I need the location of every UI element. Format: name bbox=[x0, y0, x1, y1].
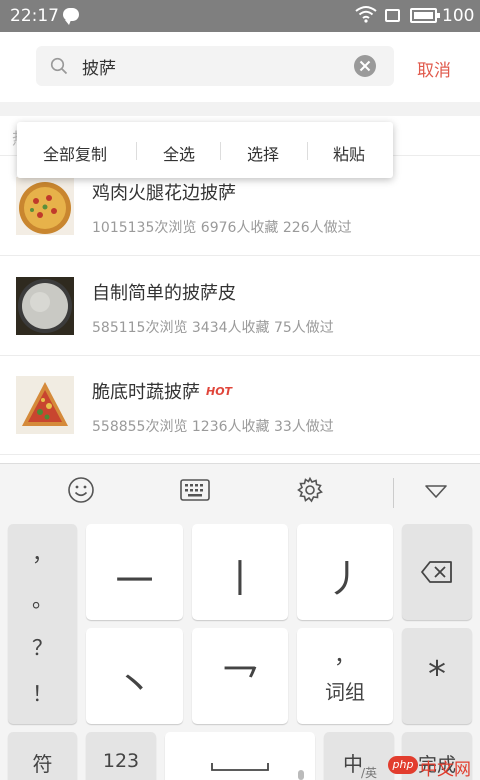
hot-badge: HOT bbox=[206, 385, 233, 398]
result-stats: 558855次浏览 1236人收藏 33人做过 bbox=[92, 419, 334, 435]
cancel-button[interactable]: 取消 bbox=[417, 56, 451, 81]
space-key[interactable] bbox=[165, 732, 315, 780]
settings-icon[interactable] bbox=[296, 476, 324, 508]
wifi-icon bbox=[355, 5, 377, 27]
microphone-icon bbox=[298, 770, 304, 780]
result-item[interactable]: 脆底时蔬披萨 HOT 558855次浏览 1236人收藏 33人做过 bbox=[0, 356, 480, 455]
result-stats: 1015135次浏览 6976人收藏 226人做过 bbox=[92, 220, 352, 236]
battery-level: 100 bbox=[442, 6, 475, 26]
select-all-option[interactable]: 全选 bbox=[163, 141, 195, 165]
star-key[interactable]: * bbox=[402, 628, 472, 724]
backspace-icon bbox=[421, 560, 453, 588]
toolbar-divider bbox=[393, 478, 394, 508]
stroke-left-falling-key[interactable]: 丿 bbox=[297, 524, 393, 620]
copy-all-option[interactable]: 全部复制 bbox=[43, 141, 107, 165]
select-option[interactable]: 选择 bbox=[247, 141, 279, 165]
search-input[interactable]: 披萨 bbox=[82, 54, 116, 79]
screen-icon bbox=[385, 9, 400, 22]
recipe-thumbnail bbox=[16, 177, 74, 235]
site-watermark: php 中文网 bbox=[386, 752, 480, 780]
watermark-logo: php bbox=[388, 756, 418, 774]
language-switch-key[interactable]: 中 /英 bbox=[324, 732, 394, 780]
menu-divider bbox=[136, 142, 137, 160]
space-icon bbox=[210, 758, 270, 777]
status-time: 22:17 bbox=[10, 6, 59, 26]
comma-key[interactable]: ， bbox=[8, 538, 77, 568]
search-bar: 披萨 取消 bbox=[0, 32, 480, 102]
result-title: 鸡肉火腿花边披萨 bbox=[92, 183, 236, 204]
result-item[interactable]: 自制简单的披萨皮 585115次浏览 3434人收藏 75人做过 bbox=[0, 257, 480, 356]
search-input-box[interactable]: 披萨 bbox=[36, 46, 394, 86]
backspace-key[interactable] bbox=[402, 524, 472, 620]
word-group-key[interactable]: ， 词组 bbox=[297, 628, 393, 724]
result-title: 脆底时蔬披萨 HOT bbox=[92, 382, 233, 403]
search-icon bbox=[50, 57, 68, 79]
recipe-thumbnail bbox=[16, 376, 74, 434]
stroke-dot-key[interactable]: 丶 bbox=[86, 628, 183, 724]
emoji-icon[interactable] bbox=[67, 476, 95, 508]
text-context-menu: 全部复制 全选 选择 粘贴 bbox=[17, 122, 393, 178]
status-bar: 22:17 100 bbox=[0, 0, 480, 32]
menu-divider bbox=[220, 142, 221, 160]
exclaim-key[interactable]: ！ bbox=[8, 678, 77, 708]
symbol-key[interactable]: 符 bbox=[8, 732, 77, 780]
watermark-text: 中文网 bbox=[420, 760, 471, 780]
menu-divider bbox=[307, 142, 308, 160]
collapse-icon[interactable] bbox=[424, 484, 448, 504]
keyboard-icon[interactable] bbox=[180, 479, 210, 505]
result-stats: 585115次浏览 3434人收藏 75人做过 bbox=[92, 320, 334, 336]
ime-keyboard: ， 。 ？ ！ 一 丨 丿 丶 乛 ， 词组 * 符 123 中 /英 完成 bbox=[0, 463, 480, 780]
stroke-horizontal-key[interactable]: 一 bbox=[86, 524, 183, 620]
punctuation-column[interactable]: ， 。 ？ ！ bbox=[8, 524, 77, 724]
battery-icon bbox=[410, 8, 440, 23]
question-key[interactable]: ？ bbox=[8, 632, 77, 662]
period-key[interactable]: 。 bbox=[8, 584, 77, 614]
recipe-thumbnail bbox=[16, 277, 74, 335]
chat-icon bbox=[63, 8, 79, 25]
clear-icon[interactable] bbox=[354, 55, 376, 77]
number-key[interactable]: 123 bbox=[86, 732, 156, 780]
paste-option[interactable]: 粘贴 bbox=[333, 141, 365, 165]
result-title: 自制简单的披萨皮 bbox=[92, 283, 236, 304]
stroke-turning-key[interactable]: 乛 bbox=[192, 628, 288, 724]
stroke-vertical-key[interactable]: 丨 bbox=[192, 524, 288, 620]
section-divider bbox=[0, 102, 480, 116]
